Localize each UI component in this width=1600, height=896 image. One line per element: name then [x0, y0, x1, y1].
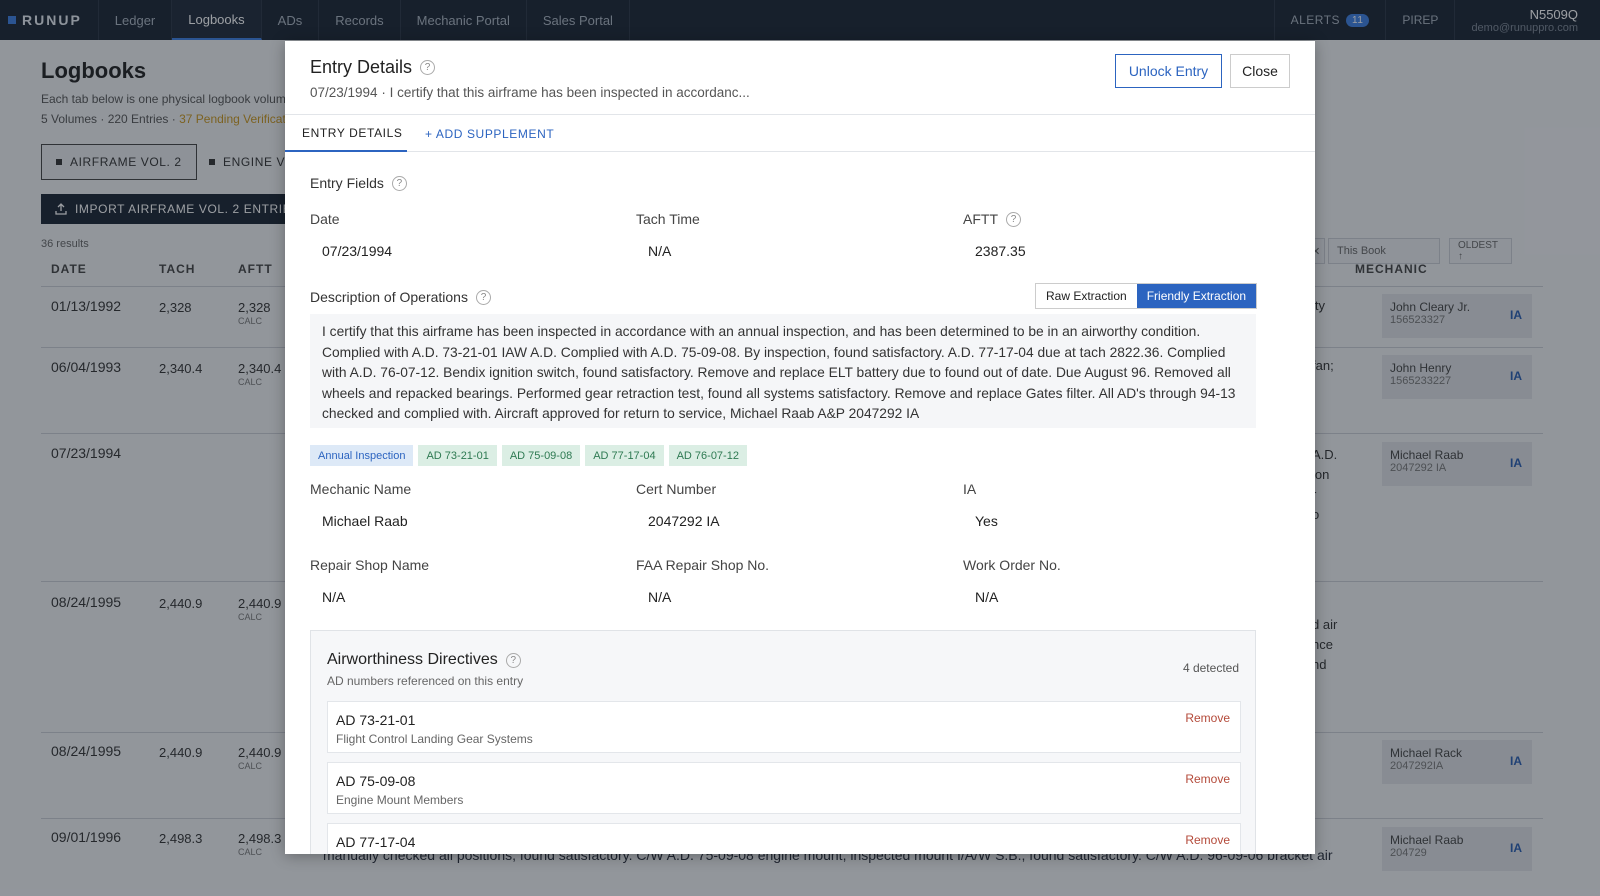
date-label: Date — [310, 211, 340, 227]
ad-number: AD 73-21-01 — [336, 712, 416, 728]
cert-number-label: Cert Number — [636, 481, 717, 497]
help-icon[interactable]: ? — [475, 289, 491, 305]
friendly-extraction-button[interactable]: Friendly Extraction — [1136, 284, 1257, 308]
ad-detected-count: 4 detected — [1182, 661, 1239, 675]
remove-ad-button[interactable]: Remove — [1185, 711, 1230, 725]
modal-header: Entry Details ? 07/23/1994 · I certify t… — [285, 41, 1315, 115]
description-label: Description of Operations ? — [310, 289, 491, 305]
aftt-label: AFTT ? — [963, 211, 1021, 227]
extraction-toggle: Raw Extraction Friendly Extraction — [1035, 283, 1258, 309]
ad-description: Flight Control Landing Gear Systems — [336, 732, 533, 746]
mechanic-name-label: Mechanic Name — [310, 481, 412, 497]
mechanic-name-value[interactable]: Michael Raab — [322, 513, 408, 529]
entry-details-modal: Entry Details ? 07/23/1994 · I certify t… — [285, 41, 1315, 854]
entry-fields-title-text: Entry Fields — [310, 175, 384, 191]
tach-label: Tach Time — [636, 211, 700, 227]
repair-shop-label: Repair Shop Name — [310, 557, 430, 573]
modal-title-text: Entry Details — [310, 57, 413, 77]
ad-panel-title-text: Airworthiness Directives — [327, 651, 498, 668]
tag-ad: AD 76-07-12 — [668, 445, 747, 466]
tach-value[interactable]: N/A — [648, 243, 671, 259]
entry-fields-title: Entry Fields ? — [310, 175, 407, 191]
description-text[interactable]: I certify that this airframe has been in… — [310, 314, 1256, 428]
modal-subtitle: 07/23/1994 · I certify that this airfram… — [310, 85, 750, 100]
airworthiness-directives-panel: Airworthiness Directives ? AD numbers re… — [310, 630, 1256, 854]
modal-title: Entry Details ? — [310, 57, 436, 78]
remove-ad-button[interactable]: Remove — [1185, 833, 1230, 847]
add-supplement-tab[interactable]: + ADD SUPPLEMENT — [425, 115, 554, 152]
modal-tabs: ENTRY DETAILS + ADD SUPPLEMENT — [285, 115, 1315, 152]
faa-repair-shop-label: FAA Repair Shop No. — [636, 557, 770, 573]
description-label-text: Description of Operations — [310, 289, 468, 305]
tag-list: Annual Inspection AD 73-21-01 AD 75-09-0… — [310, 445, 747, 466]
aftt-label-text: AFTT — [963, 211, 998, 227]
help-icon[interactable]: ? — [420, 60, 436, 75]
ad-number: AD 77-17-04 — [336, 834, 416, 850]
tag-annual-inspection: Annual Inspection — [310, 445, 414, 466]
ad-number: AD 75-09-08 — [336, 773, 416, 789]
faa-repair-shop-value[interactable]: N/A — [648, 589, 671, 605]
tag-ad: AD 77-17-04 — [585, 445, 664, 466]
ad-panel-title: Airworthiness Directives ? — [327, 651, 521, 669]
help-icon[interactable]: ? — [505, 652, 521, 668]
ad-list-item: AD 75-09-08 Engine Mount Members Remove — [327, 762, 1241, 814]
ad-description: Engine Mount Members — [336, 793, 464, 807]
tag-ad: AD 73-21-01 — [418, 445, 497, 466]
close-button[interactable]: Close — [1230, 54, 1290, 88]
work-order-value[interactable]: N/A — [975, 589, 998, 605]
work-order-label: Work Order No. — [963, 557, 1061, 573]
tab-entry-details[interactable]: ENTRY DETAILS — [285, 115, 407, 152]
help-icon[interactable]: ? — [1006, 211, 1021, 227]
repair-shop-value[interactable]: N/A — [322, 589, 345, 605]
raw-extraction-button[interactable]: Raw Extraction — [1036, 284, 1137, 308]
modal-body: Entry Fields ? Date 07/23/1994 Tach Time… — [310, 152, 1280, 854]
aftt-value[interactable]: 2387.35 — [975, 243, 1026, 259]
date-value[interactable]: 07/23/1994 — [322, 243, 392, 259]
ia-label: IA — [963, 481, 977, 497]
ad-panel-subtitle: AD numbers referenced on this entry — [327, 674, 524, 688]
help-icon[interactable]: ? — [391, 175, 407, 191]
remove-ad-button[interactable]: Remove — [1185, 772, 1230, 786]
ad-list-item: AD 73-21-01 Flight Control Landing Gear … — [327, 701, 1241, 753]
ia-value[interactable]: Yes — [975, 513, 998, 529]
ad-list-item: AD 77-17-04 Remove — [327, 823, 1241, 854]
tag-ad: AD 75-09-08 — [501, 445, 581, 466]
cert-number-value[interactable]: 2047292 IA — [648, 513, 720, 529]
unlock-entry-button[interactable]: Unlock Entry — [1115, 54, 1222, 88]
